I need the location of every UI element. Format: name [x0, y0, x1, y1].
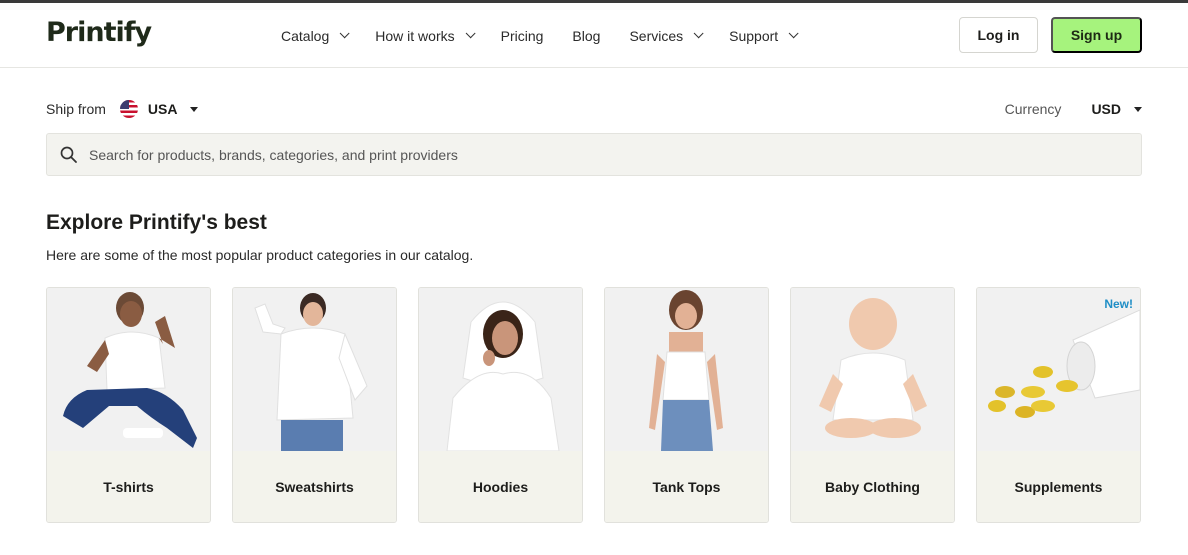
category-cards: T-shirts Sweatshirts Hoodies Tank Tops B… [46, 287, 1141, 523]
nav-support-label: Support [729, 27, 779, 44]
nav-pricing[interactable]: Pricing [501, 28, 544, 44]
ship-country-value[interactable]: USA [148, 101, 178, 117]
nav-how-it-works-label: How it works [375, 27, 455, 44]
category-label: Sweatshirts [233, 451, 396, 522]
tank-top-model-image [605, 288, 768, 451]
nav-how-it-works[interactable]: How it works [375, 27, 476, 44]
nav-services-label: Services [629, 27, 684, 44]
currency-value[interactable]: USD [1091, 101, 1121, 117]
sweatshirt-model-image [233, 288, 396, 451]
nav-catalog[interactable]: Catalog [281, 27, 350, 44]
section-subtitle: Here are some of the most popular produc… [46, 247, 474, 263]
supplements-image [977, 288, 1140, 451]
category-label: Baby Clothing [791, 451, 954, 522]
login-button[interactable]: Log in [959, 17, 1038, 53]
chevron-down-icon [465, 28, 476, 39]
currency-selector: Currency USD [1005, 97, 1142, 121]
category-label: Hoodies [419, 451, 582, 522]
nav-blog-label: Blog [572, 27, 601, 44]
chevron-down-icon [788, 28, 799, 39]
signup-button[interactable]: Sign up [1051, 17, 1142, 53]
us-flag-icon [119, 100, 138, 118]
baby-clothing-image [791, 288, 954, 451]
ship-from-label: Ship from [46, 101, 106, 117]
search-bar[interactable] [46, 133, 1142, 176]
hoodie-model-image [419, 288, 582, 451]
category-card-baby-clothing[interactable]: Baby Clothing [790, 287, 955, 523]
nav-support[interactable]: Support [729, 27, 799, 44]
section-title: Explore Printify's best [46, 211, 267, 234]
ship-currency-bar: Ship from USA Currency USD [46, 97, 1142, 121]
search-icon [60, 146, 77, 163]
chevron-down-icon [339, 28, 350, 39]
nav-blog[interactable]: Blog [572, 28, 600, 44]
chevron-down-icon [693, 28, 704, 39]
caret-down-icon[interactable] [1134, 106, 1142, 112]
category-card-hoodies[interactable]: Hoodies [418, 287, 583, 523]
new-badge: New! [1104, 297, 1133, 311]
category-card-tshirts[interactable]: T-shirts [46, 287, 211, 523]
caret-down-icon[interactable] [190, 106, 199, 112]
tshirt-model-image [47, 288, 210, 451]
category-card-supplements[interactable]: New! Supplements [976, 287, 1141, 523]
category-label: T-shirts [47, 451, 210, 522]
nav-pricing-label: Pricing [500, 27, 544, 44]
nav-catalog-label: Catalog [281, 27, 330, 44]
category-label: Tank Tops [605, 451, 768, 522]
category-card-tank-tops[interactable]: Tank Tops [604, 287, 769, 523]
nav-services[interactable]: Services [629, 27, 704, 44]
printify-logo[interactable]: Printify [46, 17, 152, 48]
currency-label: Currency [1004, 101, 1062, 117]
main-nav: Catalog How it works Pricing Blog Servic… [281, 3, 824, 68]
category-label: Supplements [977, 451, 1140, 522]
top-navigation: Printify Catalog How it works Pricing Bl… [0, 3, 1188, 68]
search-input[interactable] [89, 146, 989, 163]
category-card-sweatshirts[interactable]: Sweatshirts [232, 287, 397, 523]
